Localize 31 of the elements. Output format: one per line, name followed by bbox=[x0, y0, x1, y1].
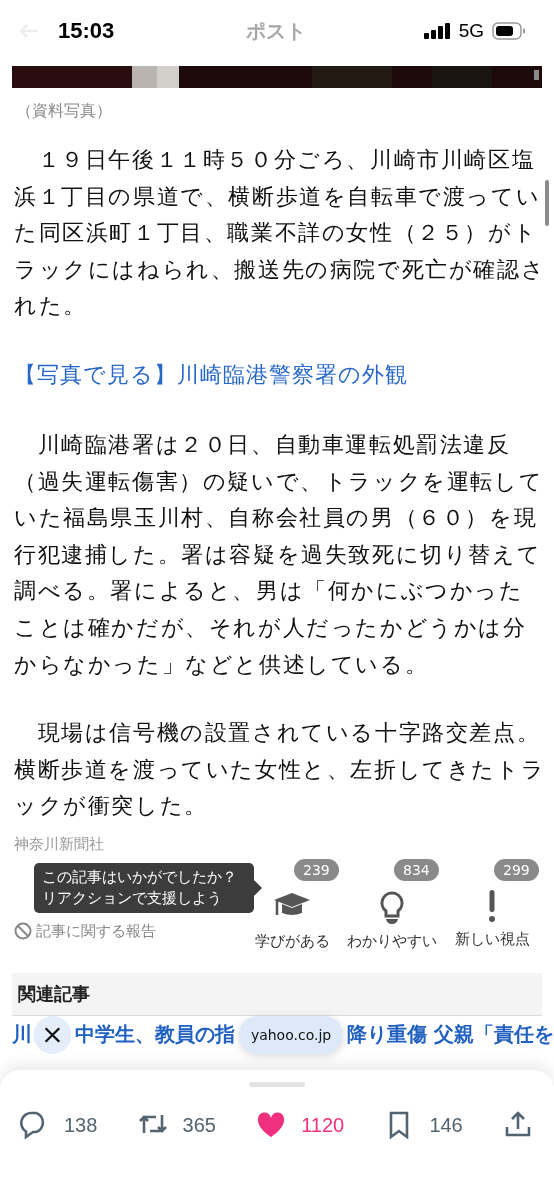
count-badge: 299 bbox=[494, 858, 539, 881]
signal-icon bbox=[423, 23, 451, 39]
battery-icon bbox=[492, 22, 526, 40]
reaction-label: 新しい視点 bbox=[454, 929, 530, 949]
related-link[interactable]: 中学生、教員の指 bbox=[74, 1021, 235, 1049]
scrollbar bbox=[545, 180, 549, 226]
network-label: 5G bbox=[458, 20, 484, 42]
sheet-handle[interactable] bbox=[249, 1082, 305, 1087]
count-badge: 834 bbox=[394, 858, 439, 881]
action-button[interactable]: 138 bbox=[18, 1109, 98, 1141]
article-link[interactable]: 【写真で見る】川崎臨港警察署の外観 bbox=[14, 361, 408, 387]
article-paragraph: １９日午後１１時５０分ごろ、川崎市川崎区塩浜１丁目の県道で、横断歩道を自転車で渡っていた同区浜町１丁目、職業不詳の女性（２５）がトラックにはねられ、搬送先の病院で死亡が確認された。 bbox=[14, 146, 546, 321]
related-link[interactable]: 降り重傷 父親「責任を bbox=[347, 1021, 554, 1049]
action-button[interactable]: 146 bbox=[383, 1109, 463, 1141]
action-button[interactable]: 1120 bbox=[255, 1109, 345, 1141]
source-name: 神奈川新聞社 bbox=[14, 833, 105, 855]
photo-caption: （資料写真） bbox=[16, 100, 113, 122]
article-paragraph: 川崎臨港署は２０日、自動車運転処罰法違反（過失運転傷害）の疑いで、トラックを運転していた福島県玉川村、自称会社員の男（６０）を現行犯逮捕した。署は容疑を過失致死に切り替えて調べる。署によると、男は「何かにぶつかったことは確かだが、それが人だったかどうかは分からなかった」などと供述している。 bbox=[14, 430, 545, 679]
prohibited-icon bbox=[14, 922, 32, 941]
action-button[interactable]: 365 bbox=[136, 1109, 216, 1141]
page-title: ポスト bbox=[244, 17, 307, 45]
exclamation-icon bbox=[486, 887, 498, 924]
section-title: 関連記事 bbox=[18, 981, 90, 1006]
count-badge: 239 bbox=[294, 858, 339, 881]
article-paragraph: 現場は信号機の設置されている十字路交差点。横断歩道を渡っていた女性と、左折してきたトラックが衝突した。 bbox=[14, 719, 546, 821]
site-address-pill[interactable]: yahoo.co.jp bbox=[238, 1015, 344, 1054]
reaction-label: わかりやすい bbox=[347, 931, 437, 951]
related-link[interactable]: 川 bbox=[12, 1021, 32, 1049]
clock-time: 15:03 bbox=[58, 18, 116, 44]
report-link[interactable]: 記事に関する報告 bbox=[36, 921, 156, 941]
reaction-label: 学びがある bbox=[254, 931, 330, 951]
